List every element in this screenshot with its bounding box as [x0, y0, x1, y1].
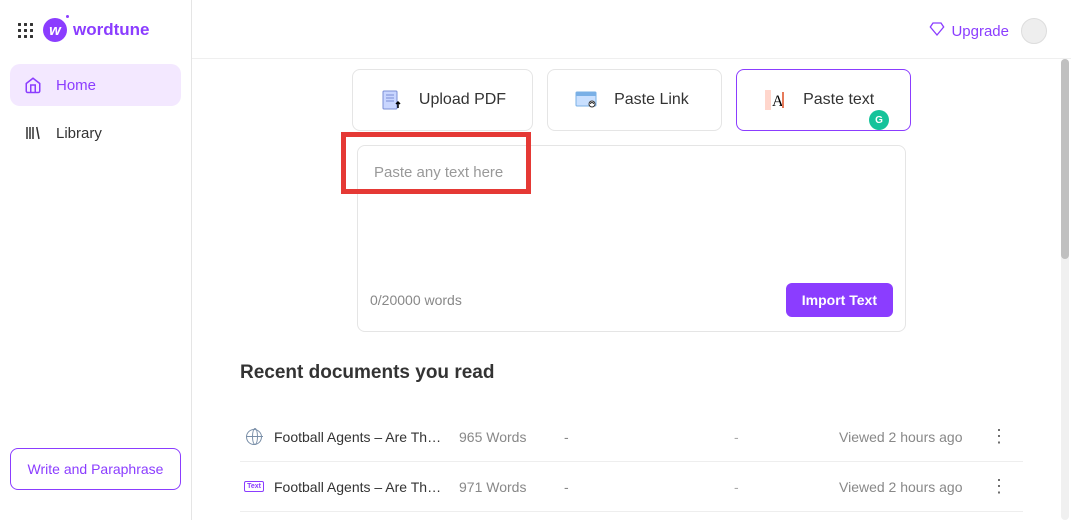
globe-icon: [244, 427, 264, 447]
tab-upload-pdf[interactable]: Upload PDF: [352, 69, 533, 131]
sidebar-item-label: Library: [56, 125, 102, 142]
doc-title: Football Agents – Are Th…: [274, 479, 459, 495]
doc-source: -: [564, 479, 734, 495]
doc-cell: -: [734, 429, 839, 445]
upload-pdf-icon: [379, 88, 403, 112]
upgrade-label: Upgrade: [951, 23, 1009, 40]
avatar[interactable]: [1021, 18, 1047, 44]
doc-source: -: [564, 429, 734, 445]
doc-viewed: Viewed 2 hours ago: [839, 479, 989, 495]
sidebar-item-label: Home: [56, 77, 96, 94]
grammarly-icon[interactable]: G: [869, 110, 889, 130]
word-count: 0/20000 words: [370, 292, 462, 308]
library-icon: [24, 124, 42, 142]
doc-words: 971 Words: [459, 479, 564, 495]
paste-input[interactable]: [358, 146, 905, 272]
tab-label: Paste text: [803, 91, 874, 109]
sidebar-item-library[interactable]: Library: [10, 112, 181, 154]
diamond-icon: [929, 21, 945, 41]
import-text-button[interactable]: Import Text: [786, 283, 893, 317]
brand-name: wordtune: [73, 20, 150, 40]
doc-viewed: Viewed 2 hours ago: [839, 429, 989, 445]
write-paraphrase-button[interactable]: Write and Paraphrase: [10, 448, 181, 490]
recent-docs-title: Recent documents you read: [240, 362, 1023, 384]
text-doc-icon: Text: [244, 477, 264, 497]
table-row[interactable]: W Example Document: Info… 5586 Words en.…: [240, 512, 1023, 520]
doc-words: 965 Words: [459, 429, 564, 445]
more-icon[interactable]: ⋮: [989, 476, 1009, 497]
tab-label: Paste Link: [614, 91, 689, 109]
apps-grid-icon[interactable]: [18, 23, 33, 38]
home-icon: [24, 76, 42, 94]
brand-logo[interactable]: w wordtune: [43, 18, 150, 42]
tab-paste-link[interactable]: Paste Link: [547, 69, 722, 131]
tab-label: Upload PDF: [419, 91, 506, 109]
paste-text-area: G 0/20000 words Import Text: [357, 145, 906, 332]
doc-title: Football Agents – Are Th…: [274, 429, 459, 445]
paste-link-icon: [574, 88, 598, 112]
upgrade-link[interactable]: Upgrade: [929, 21, 1009, 41]
doc-cell: -: [734, 479, 839, 495]
sidebar-item-home[interactable]: Home: [10, 64, 181, 106]
table-row[interactable]: Text Football Agents – Are Th… 971 Words…: [240, 462, 1023, 512]
more-icon[interactable]: ⋮: [989, 426, 1009, 447]
scrollbar[interactable]: [1061, 59, 1069, 520]
table-row[interactable]: Football Agents – Are Th… 965 Words - - …: [240, 402, 1023, 462]
paste-text-icon: A: [763, 88, 787, 112]
